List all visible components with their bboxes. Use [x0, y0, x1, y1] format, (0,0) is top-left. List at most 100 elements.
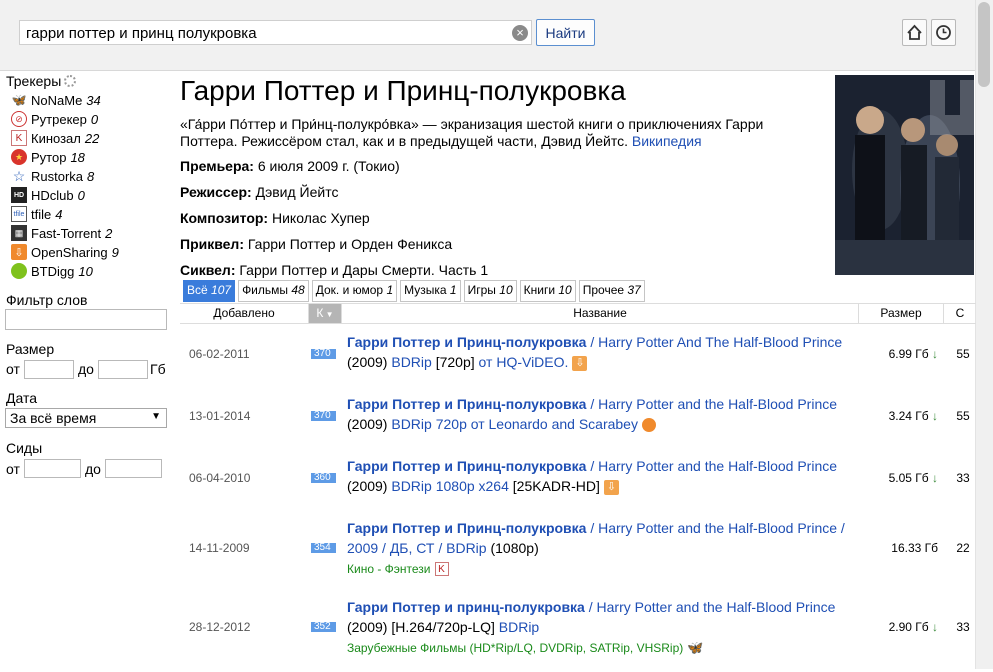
- table-row[interactable]: 06-04-2010 360 Гарри Поттер и Принц-полу…: [180, 456, 976, 511]
- tab-other[interactable]: Прочее 37: [578, 280, 645, 302]
- tracker-tfile[interactable]: tfile tfile 4: [11, 205, 62, 223]
- tab-all[interactable]: Всё 107: [183, 280, 236, 302]
- butterfly-icon[interactable]: 🦋: [687, 638, 703, 658]
- row-format-link[interactable]: BDRip: [499, 619, 539, 635]
- tracker-label: Кинозал: [31, 130, 81, 146]
- size-from-label: от: [6, 361, 20, 377]
- row-k-badge: 370: [311, 349, 336, 359]
- download-arrow-icon[interactable]: ↓: [932, 620, 938, 634]
- scrollbar-thumb[interactable]: [978, 2, 990, 87]
- vertical-scrollbar[interactable]: [975, 0, 993, 669]
- download-arrow-icon[interactable]: ↓: [932, 347, 938, 361]
- history-button[interactable]: [931, 19, 956, 46]
- size-to-input[interactable]: [98, 360, 148, 379]
- tracker-count: 10: [78, 263, 93, 279]
- tracker-kinozal[interactable]: K Кинозал 22: [11, 129, 99, 147]
- row-size[interactable]: 2.90 Гб ↓: [860, 620, 938, 634]
- row-title-link[interactable]: Гарри Поттер и Принц-полукровка / Harry …: [347, 334, 842, 350]
- tab-docs-humor[interactable]: Док. и юмор 1: [311, 280, 398, 302]
- row-title-link[interactable]: Гарри Поттер и Принц-полукровка / Harry …: [347, 458, 837, 474]
- tab-movies[interactable]: Фильмы 48: [238, 280, 309, 302]
- row-size: 16.33 Гб: [891, 541, 938, 555]
- home-icon: [907, 24, 922, 40]
- row-year: (2009): [347, 478, 388, 494]
- tracker-label: tfile: [31, 206, 52, 222]
- wikipedia-link[interactable]: Википедия: [632, 133, 702, 149]
- clock-icon: [936, 25, 951, 40]
- word-filter-input[interactable]: [5, 309, 167, 330]
- film-icon: ▦: [11, 225, 27, 241]
- tracker-rutor[interactable]: ★ Рутор 18: [11, 148, 85, 166]
- col-name[interactable]: Название: [342, 306, 858, 320]
- opensharing-icon[interactable]: ⇩: [603, 479, 619, 495]
- category-tabs: Всё 107 Фильмы 48 Док. и юмор 1 Музыка 1…: [183, 280, 648, 302]
- sequel-label: Сиквел:: [180, 262, 236, 278]
- row-date: 06-04-2010: [189, 471, 251, 485]
- tracker-btdigg[interactable]: BTDigg 10: [11, 262, 93, 280]
- movie-poster[interactable]: [835, 75, 974, 275]
- table-row[interactable]: 28-12-2012 352 Гарри Поттер и принц-полу…: [180, 597, 976, 672]
- row-title-rest: / Harry Potter and the Half-Blood Prince…: [590, 520, 845, 536]
- row-format-link[interactable]: BDRip 1080p x264: [391, 478, 509, 494]
- row-title-link[interactable]: Гарри Поттер и Принц-полукровка / Harry …: [347, 520, 845, 536]
- tracker-opensharing[interactable]: ⇩ OpenSharing 9: [11, 243, 119, 261]
- word-filter-label: Фильтр слов: [6, 292, 88, 308]
- results-table-header: Добавлено К ▼ Название Размер С: [180, 303, 976, 324]
- tab-music[interactable]: Музыка 1: [400, 280, 461, 302]
- row-format-link[interactable]: BDRip 720p от Leonardo and Scarabey: [391, 416, 638, 432]
- movie-description: «Га́рри По́ттер и При́нц-полукро́вка» — …: [180, 116, 790, 150]
- row-title-link[interactable]: Гарри Поттер и принц-полукровка / Harry …: [347, 599, 835, 615]
- clear-icon[interactable]: ×: [512, 25, 528, 41]
- row-size[interactable]: 6.99 Гб ↓: [860, 347, 938, 361]
- prequel-row: Приквел: Гарри Поттер и Орден Феникса: [180, 236, 452, 252]
- col-added[interactable]: Добавлено: [180, 306, 308, 320]
- date-select[interactable]: За всё время ▼: [5, 408, 167, 428]
- col-size[interactable]: Размер: [859, 306, 943, 320]
- row-size-value: 3.24 Гб: [888, 409, 929, 423]
- search-input[interactable]: [26, 24, 506, 42]
- tracker-hdclub[interactable]: HD HDclub 0: [11, 186, 85, 204]
- row-release-group-link[interactable]: от HQ-ViDEO.: [479, 354, 569, 370]
- search-button[interactable]: Найти: [536, 19, 595, 46]
- row-title-link[interactable]: Гарри Поттер и Принц-полукровка / Harry …: [347, 396, 837, 412]
- rutor-icon[interactable]: [641, 418, 656, 433]
- tracker-fast-torrent[interactable]: ▦ Fast-Torrent 2: [11, 224, 112, 242]
- tab-count: 107: [211, 283, 232, 297]
- row-size[interactable]: 5.05 Гб ↓: [860, 471, 938, 485]
- home-button[interactable]: [902, 19, 927, 46]
- row-format-link[interactable]: BDRip: [391, 354, 431, 370]
- tab-label: Музыка: [404, 283, 447, 297]
- rutracker-icon: ⊘: [11, 111, 27, 127]
- table-row[interactable]: 14-11-2009 354 Гарри Поттер и Принц-полу…: [180, 518, 976, 593]
- row-year: (2009): [347, 354, 388, 370]
- tracker-rutracker[interactable]: ⊘ Рутрекер 0: [11, 110, 98, 128]
- seeds-from-input[interactable]: [24, 459, 81, 478]
- tracker-count: 18: [70, 149, 85, 165]
- download-arrow-icon[interactable]: ↓: [932, 471, 938, 485]
- tracker-noname[interactable]: 🦋 NoNaMe 34: [11, 91, 101, 109]
- row-name: Гарри Поттер и Принц-полукровка / Harry …: [347, 518, 857, 579]
- opensharing-icon[interactable]: ⇩: [572, 355, 588, 371]
- gear-icon[interactable]: [64, 75, 77, 87]
- kinozal-icon: K: [11, 130, 27, 146]
- col-k[interactable]: К ▼: [309, 304, 341, 323]
- seeds-to-input[interactable]: [105, 459, 162, 478]
- table-row[interactable]: 13-01-2014 370 Гарри Поттер и Принц-полу…: [180, 394, 976, 449]
- tracker-rustorka[interactable]: ☆ Rustorka 8: [11, 167, 95, 185]
- table-row[interactable]: 06-02-2011 370 Гарри Поттер и Принц-полу…: [180, 332, 976, 387]
- director-value: Дэвид Йейтс: [255, 184, 339, 200]
- row-format-link[interactable]: 2009 / ДБ, СТ / BDRip: [347, 540, 487, 556]
- row-size-value: 6.99 Гб: [888, 347, 929, 361]
- row-size[interactable]: 3.24 Гб ↓: [860, 409, 938, 423]
- sort-arrow-icon: ▼: [323, 310, 334, 319]
- kinozal-icon[interactable]: K: [434, 562, 449, 577]
- tab-games[interactable]: Игры 10: [463, 280, 517, 302]
- col-seeds[interactable]: С: [944, 306, 976, 320]
- size-from-input[interactable]: [24, 360, 74, 379]
- tracker-label: Rustorka: [31, 168, 84, 184]
- download-arrow-icon[interactable]: ↓: [932, 409, 938, 423]
- tab-books[interactable]: Книги 10: [519, 280, 576, 302]
- tracker-label: NoNaMe: [31, 92, 83, 108]
- tab-label: Фильмы: [242, 283, 289, 297]
- search-box[interactable]: ×: [19, 20, 532, 45]
